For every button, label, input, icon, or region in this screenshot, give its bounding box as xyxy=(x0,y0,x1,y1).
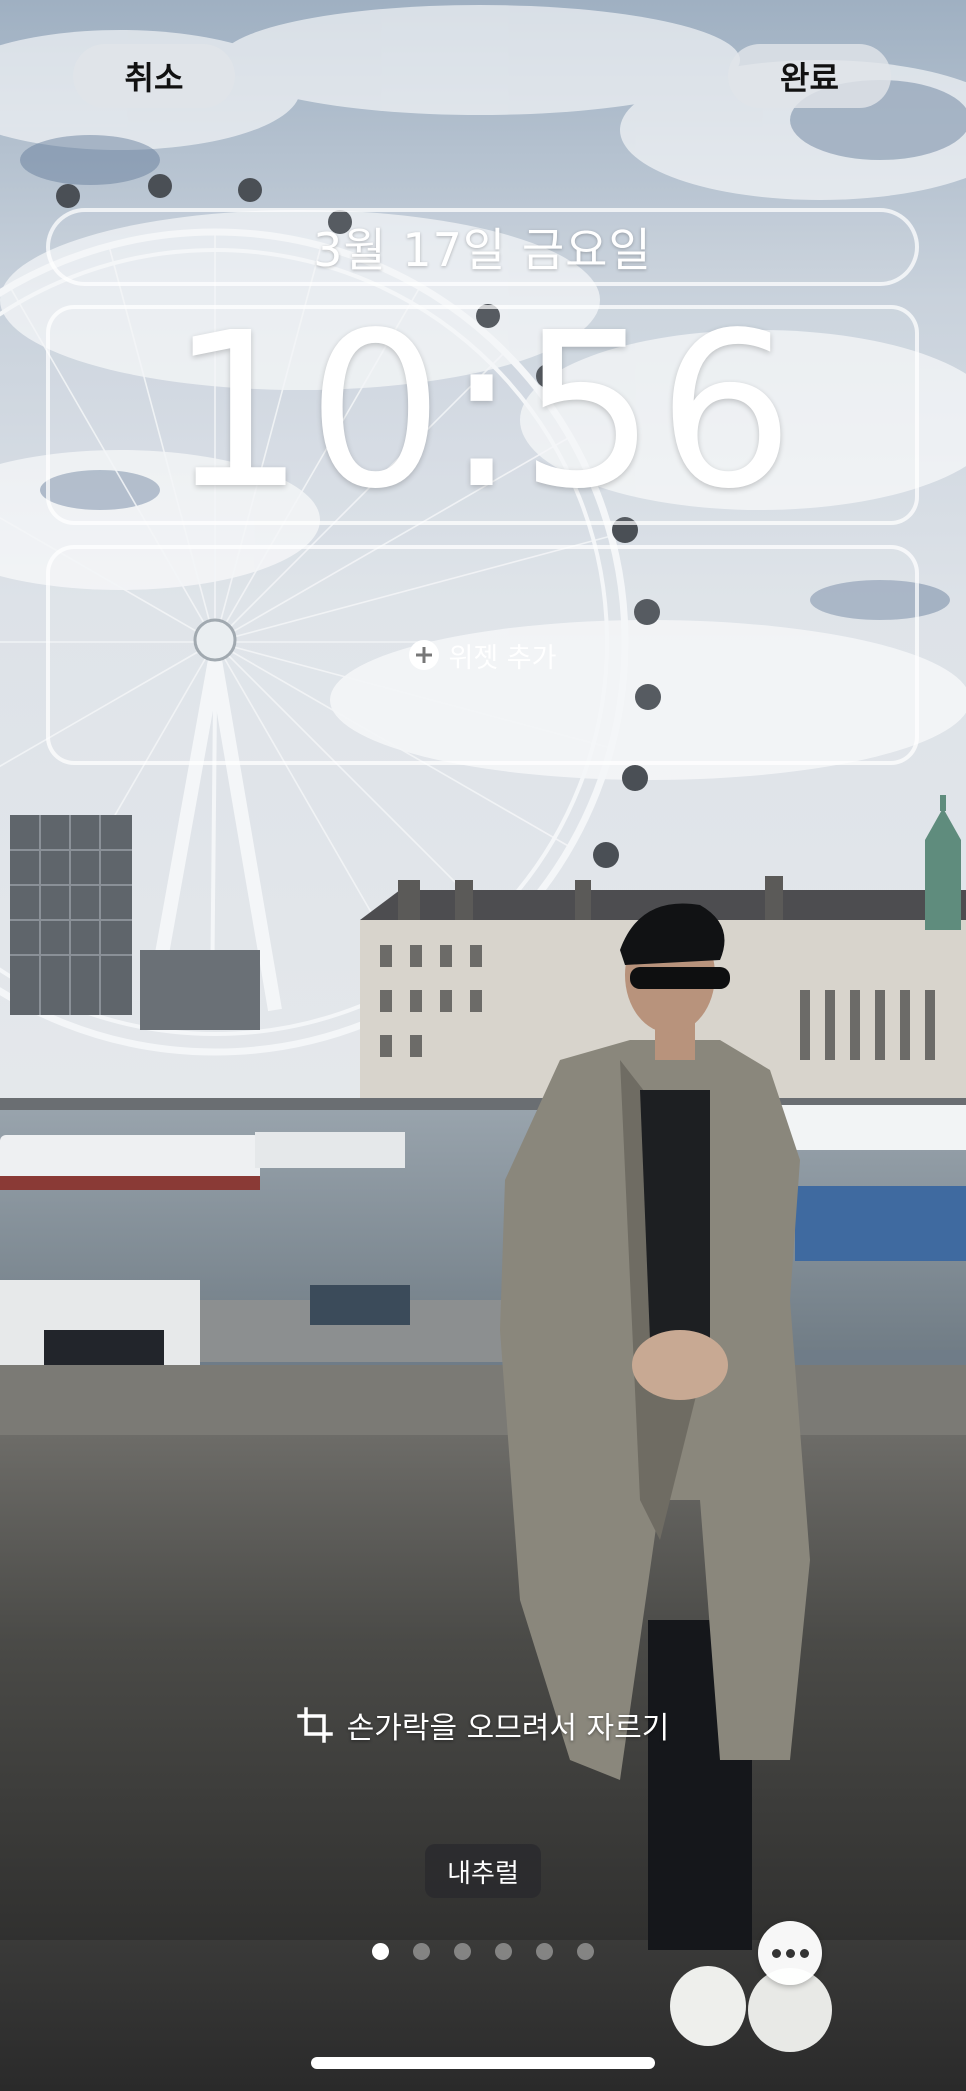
filter-name-label: 내추럴 xyxy=(425,1844,541,1898)
crop-hint: 손가락을 오므려서 자르기 xyxy=(0,1703,966,1747)
page-dot[interactable] xyxy=(372,1943,389,1960)
ellipsis-icon-dot xyxy=(785,1948,795,1958)
ellipsis-icon-dot xyxy=(799,1948,809,1958)
page-dot[interactable] xyxy=(413,1943,430,1960)
page-dot[interactable] xyxy=(577,1943,594,1960)
add-widget-label: 위젯 추가 xyxy=(448,642,557,674)
lockscreen-time: 10:56 xyxy=(169,286,796,536)
more-options-button[interactable] xyxy=(758,1921,822,1985)
page-dot[interactable] xyxy=(454,1943,471,1960)
clock-slot[interactable]: 10:56 xyxy=(46,287,919,536)
page-indicator[interactable] xyxy=(372,1943,594,1960)
crop-hint-label: 손가락을 오므려서 자르기 xyxy=(346,1711,670,1746)
home-indicator[interactable] xyxy=(311,2057,655,2069)
add-widget-button[interactable]: 위젯 추가 xyxy=(50,549,915,761)
done-button[interactable]: 완료 xyxy=(728,44,891,108)
ellipsis-icon xyxy=(771,1948,781,1958)
page-dot[interactable] xyxy=(495,1943,512,1960)
page-dot[interactable] xyxy=(536,1943,553,1960)
crop-icon xyxy=(296,1707,333,1743)
widget-slot[interactable]: 위젯 추가 xyxy=(46,545,919,765)
plus-circle-icon xyxy=(408,640,439,670)
lockscreen-date: 3월 17일 금요일 xyxy=(313,223,652,277)
date-widget-slot[interactable]: 3월 17일 금요일 xyxy=(46,208,919,286)
cancel-button[interactable]: 취소 xyxy=(73,44,235,108)
